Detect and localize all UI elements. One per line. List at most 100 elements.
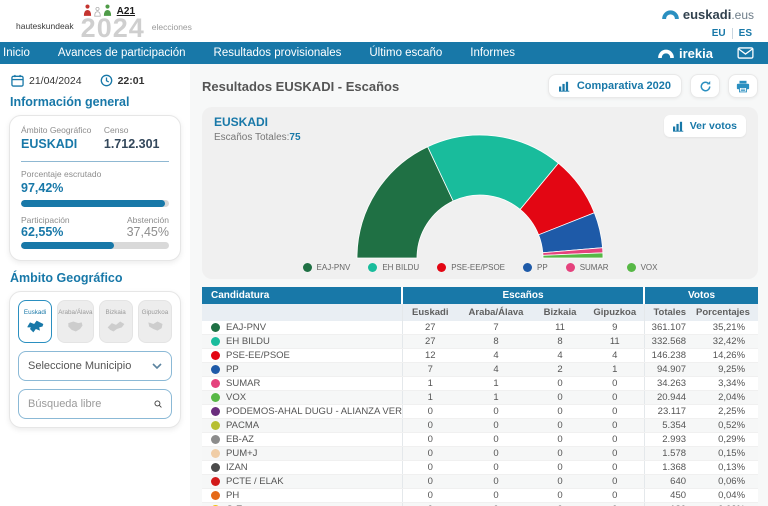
votes-total: 34.263: [644, 377, 696, 391]
current-time: 22:01: [118, 75, 145, 87]
seats-gipuzkoa: 0: [586, 461, 644, 475]
panel-title-block: EUSKADI Escaños Totales:75: [214, 115, 301, 143]
euskadi-eus-logo[interactable]: euskadi.eus: [662, 6, 754, 24]
site-name: euskadi: [683, 7, 731, 22]
party-color-dot: [211, 477, 220, 486]
seats-araba: 0: [458, 419, 534, 433]
nav-item-4[interactable]: Último escaño: [355, 42, 456, 64]
territory-tab-gipuzkoa[interactable]: Gipuzkoa: [138, 300, 172, 343]
ver-votos-label: Ver votos: [690, 120, 737, 132]
calendar-icon: [11, 74, 24, 87]
seats-euskadi: 1: [402, 391, 458, 405]
party-name: PODEMOS-AHAL DUGU - ALIANZA VERDE: [226, 406, 402, 417]
seats-bizkaia: 0: [534, 489, 586, 503]
party-cell: EH BILDU: [202, 335, 402, 349]
irekia-logo[interactable]: irekia: [658, 46, 713, 61]
party-color-dot: [211, 393, 220, 402]
votes-percent: 3,34%: [696, 377, 758, 391]
table-column-header: Euskadi Araba/Álava Bizkaia Gipuzkoa Tot…: [202, 304, 758, 321]
results-tbody: EAJ-PNV277119361.10735,21%EH BILDU278811…: [202, 321, 758, 506]
table-row[interactable]: EH BILDU278811332.56832,42%: [202, 335, 758, 349]
votes-percent: 0,29%: [696, 433, 758, 447]
table-row[interactable]: EB-AZ00002.9930,29%: [202, 433, 758, 447]
clock-icon: [100, 74, 113, 87]
table-row[interactable]: PP742194.9079,25%: [202, 363, 758, 377]
seats-bizkaia: 0: [534, 461, 586, 475]
votes-percent: 32,42%: [696, 335, 758, 349]
refresh-button[interactable]: [690, 74, 720, 98]
abstencion-label: Abstención: [127, 215, 169, 225]
mail-icon[interactable]: [737, 47, 754, 59]
votes-total: 23.117: [644, 405, 696, 419]
table-row[interactable]: PUM+J00001.5780,15%: [202, 447, 758, 461]
votes-percent: 2,04%: [696, 391, 758, 405]
party-color-dot: [211, 449, 220, 458]
legend-label: SUMAR: [580, 263, 609, 272]
total-seats-label: Escaños Totales:: [214, 132, 289, 143]
brand-center: A21 2024: [81, 2, 145, 40]
chevron-down-icon: [152, 363, 162, 369]
navbar-right: irekia: [658, 46, 754, 61]
votes-total: 450: [644, 489, 696, 503]
party-name: PCTE / ELAK: [226, 476, 284, 487]
votes-percent: 0,06%: [696, 475, 758, 489]
language-option-eu[interactable]: EU: [712, 28, 726, 39]
euskadi-seats-panel: EUSKADI Escaños Totales:75 Ver votos EAJ…: [202, 107, 758, 279]
current-date: 21/04/2024: [29, 75, 82, 87]
censo-value: 1.712.301: [104, 137, 160, 151]
nav-item-1[interactable]: Inicio: [0, 42, 44, 64]
legend-color-dot: [303, 263, 312, 272]
total-seats-line: Escaños Totales:75: [214, 132, 301, 143]
party-name: EH BILDU: [226, 336, 270, 347]
table-row[interactable]: PACMA00005.3540,52%: [202, 419, 758, 433]
seats-euskadi: 7: [402, 363, 458, 377]
table-row[interactable]: IZAN00001.3680,13%: [202, 461, 758, 475]
ver-votos-button[interactable]: Ver votos: [664, 115, 746, 137]
table-row[interactable]: SUMAR110034.2633,34%: [202, 377, 758, 391]
votes-percent: 14,26%: [696, 349, 758, 363]
territory-tab-bizkaia[interactable]: Bizkaia: [99, 300, 133, 343]
votes-percent: 0,15%: [696, 447, 758, 461]
table-row[interactable]: EAJ-PNV277119361.10735,21%: [202, 321, 758, 335]
table-row[interactable]: O.E.00001800,02%: [202, 503, 758, 506]
party-cell: EB-AZ: [202, 433, 402, 447]
territory-label: Bizkaia: [106, 309, 126, 316]
seats-gipuzkoa: 0: [586, 503, 644, 506]
header-votos: Votos: [644, 287, 758, 304]
chart-container: [214, 133, 746, 260]
language-option-es[interactable]: ES: [739, 28, 752, 39]
table-row[interactable]: PH00004500,04%: [202, 489, 758, 503]
municipio-select[interactable]: Seleccione Municipio: [18, 351, 172, 381]
printer-icon: [736, 80, 750, 93]
bar-chart-icon: [673, 121, 685, 132]
votes-total: 20.944: [644, 391, 696, 405]
territory-tabs: EuskadiAraba/Álava Bizkaia Gipuzkoa: [18, 300, 172, 343]
territory-tab-araba-lava[interactable]: Araba/Álava: [57, 300, 93, 343]
nav-item-2[interactable]: Avances de participación: [44, 42, 200, 64]
territory-tab-euskadi[interactable]: Euskadi: [18, 300, 52, 343]
ambito-value: EUSKADI: [21, 137, 77, 151]
print-button[interactable]: [728, 74, 758, 98]
seats-bizkaia: 4: [534, 349, 586, 363]
language-separator: [732, 28, 733, 39]
nav-items: InicioAvances de participaciónResultados…: [0, 42, 529, 64]
territory-map-icon: [144, 319, 166, 334]
table-row[interactable]: VOX110020.9442,04%: [202, 391, 758, 405]
header-empty: [202, 304, 402, 321]
nav-item-5[interactable]: Informes: [456, 42, 529, 64]
seats-araba: 0: [458, 433, 534, 447]
table-row[interactable]: PSE-EE/PSOE12444146.23814,26%: [202, 349, 758, 363]
search-icon[interactable]: [154, 397, 162, 411]
brand-year: 2024: [81, 17, 145, 40]
nav-item-3[interactable]: Resultados provisionales: [200, 42, 356, 64]
comparativa-2020-button[interactable]: Comparativa 2020: [548, 74, 682, 98]
party-color-dot: [211, 337, 220, 346]
table-row[interactable]: PCTE / ELAK00006400,06%: [202, 475, 758, 489]
search-input[interactable]: [28, 398, 154, 410]
legend-color-dot: [566, 263, 575, 272]
territory-label: Gipuzkoa: [142, 309, 169, 316]
party-cell: SUMAR: [202, 377, 402, 391]
legend-label: EH BILDU: [382, 263, 419, 272]
table-row[interactable]: PODEMOS-AHAL DUGU - ALIANZA VERDE000023.…: [202, 405, 758, 419]
seats-araba: 7: [458, 321, 534, 335]
